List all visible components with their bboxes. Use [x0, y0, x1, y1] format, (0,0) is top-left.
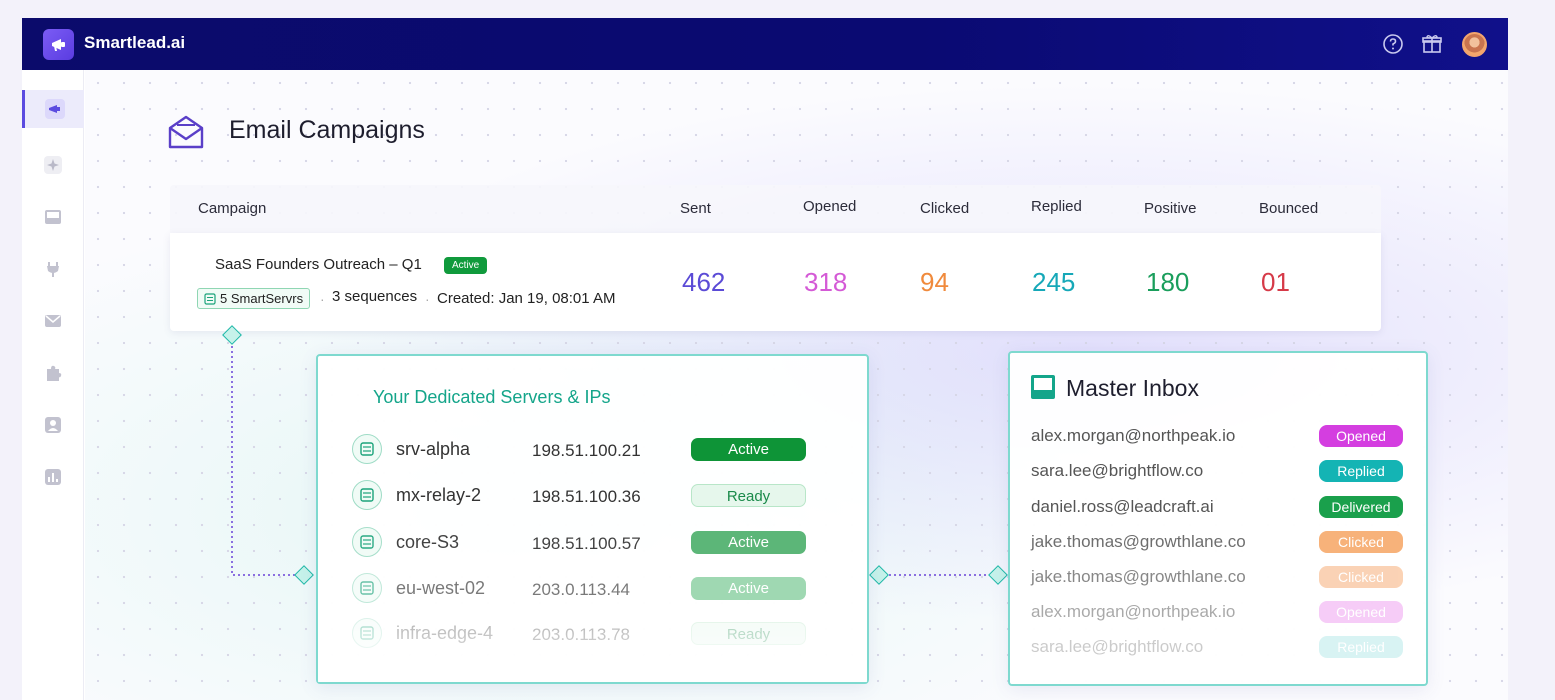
- inbox-status-badge: Replied: [1319, 636, 1403, 658]
- list-item[interactable]: jake.thomas@growthlane.co Clicked: [1031, 565, 1403, 589]
- list-item[interactable]: srv-alpha 198.51.100.21 Active: [352, 434, 812, 466]
- inbox-panel-title: Master Inbox: [1066, 375, 1199, 401]
- inbox-status-badge: Replied: [1319, 460, 1403, 482]
- list-item[interactable]: infra-edge-4 203.0.113.78 Ready: [352, 618, 812, 650]
- master-inbox-panel: Master Inbox alex.morgan@northpeak.io Op…: [1008, 351, 1428, 686]
- inbox-status-badge: Delivered: [1319, 496, 1403, 518]
- server-ip: 198.51.100.36: [532, 487, 641, 506]
- inbox-status-badge: Clicked: [1319, 566, 1403, 588]
- servers-panel-title: Your Dedicated Servers & IPs: [373, 387, 611, 407]
- server-ip: 198.51.100.57: [532, 534, 641, 553]
- list-item[interactable]: daniel.ross@leadcraft.ai Delivered: [1031, 495, 1403, 519]
- list-item[interactable]: sara.lee@brightflow.co Replied: [1031, 459, 1403, 483]
- inbox-tray-icon: [1030, 374, 1056, 400]
- server-icon: [352, 527, 382, 557]
- server-name: infra-edge-4: [396, 623, 494, 643]
- inbox-status-badge: Clicked: [1319, 531, 1403, 553]
- dedicated-servers-panel: Your Dedicated Servers & IPs srv-alpha 1…: [316, 354, 869, 684]
- list-item[interactable]: sara.lee@brightflow.co Replied: [1031, 635, 1403, 659]
- inbox-email: sara.lee@brightflow.co: [1031, 637, 1204, 656]
- server-icon: [352, 434, 382, 464]
- list-item[interactable]: mx-relay-2 198.51.100.36 Ready: [352, 480, 812, 512]
- server-ip: 203.0.113.44: [532, 580, 630, 599]
- server-status-badge: Active: [691, 531, 806, 554]
- list-item[interactable]: eu-west-02 203.0.113.44 Active: [352, 573, 812, 605]
- server-name: srv-alpha: [396, 439, 471, 459]
- server-status-badge: Ready: [691, 484, 806, 507]
- server-name: core-S3: [396, 532, 460, 552]
- server-icon: [352, 573, 382, 603]
- inbox-email: daniel.ross@leadcraft.ai: [1031, 497, 1214, 516]
- inbox-email: alex.morgan@northpeak.io: [1031, 602, 1236, 621]
- server-name: mx-relay-2: [396, 485, 482, 505]
- list-item[interactable]: core-S3 198.51.100.57 Active: [352, 527, 812, 559]
- list-item[interactable]: alex.morgan@northpeak.io Opened: [1031, 424, 1403, 448]
- inbox-status-badge: Opened: [1319, 601, 1403, 623]
- server-status-badge: Ready: [691, 622, 806, 645]
- server-ip: 198.51.100.21: [532, 441, 641, 460]
- server-ip: 203.0.113.78: [532, 625, 630, 644]
- server-icon: [352, 480, 382, 510]
- server-status-badge: Active: [691, 438, 806, 461]
- list-item[interactable]: jake.thomas@growthlane.co Clicked: [1031, 530, 1403, 554]
- server-icon: [352, 618, 382, 648]
- inbox-email: jake.thomas@growthlane.co: [1031, 532, 1246, 551]
- inbox-email: alex.morgan@northpeak.io: [1031, 426, 1236, 445]
- server-status-badge: Active: [691, 577, 806, 600]
- list-item[interactable]: alex.morgan@northpeak.io Opened: [1031, 600, 1403, 624]
- inbox-status-badge: Opened: [1319, 425, 1403, 447]
- inbox-email: sara.lee@brightflow.co: [1031, 461, 1204, 480]
- inbox-email: jake.thomas@growthlane.co: [1031, 567, 1246, 586]
- server-name: eu-west-02: [396, 578, 486, 598]
- app-window: Smartlead.ai Email Campaigns Campaign Se…: [22, 18, 1508, 700]
